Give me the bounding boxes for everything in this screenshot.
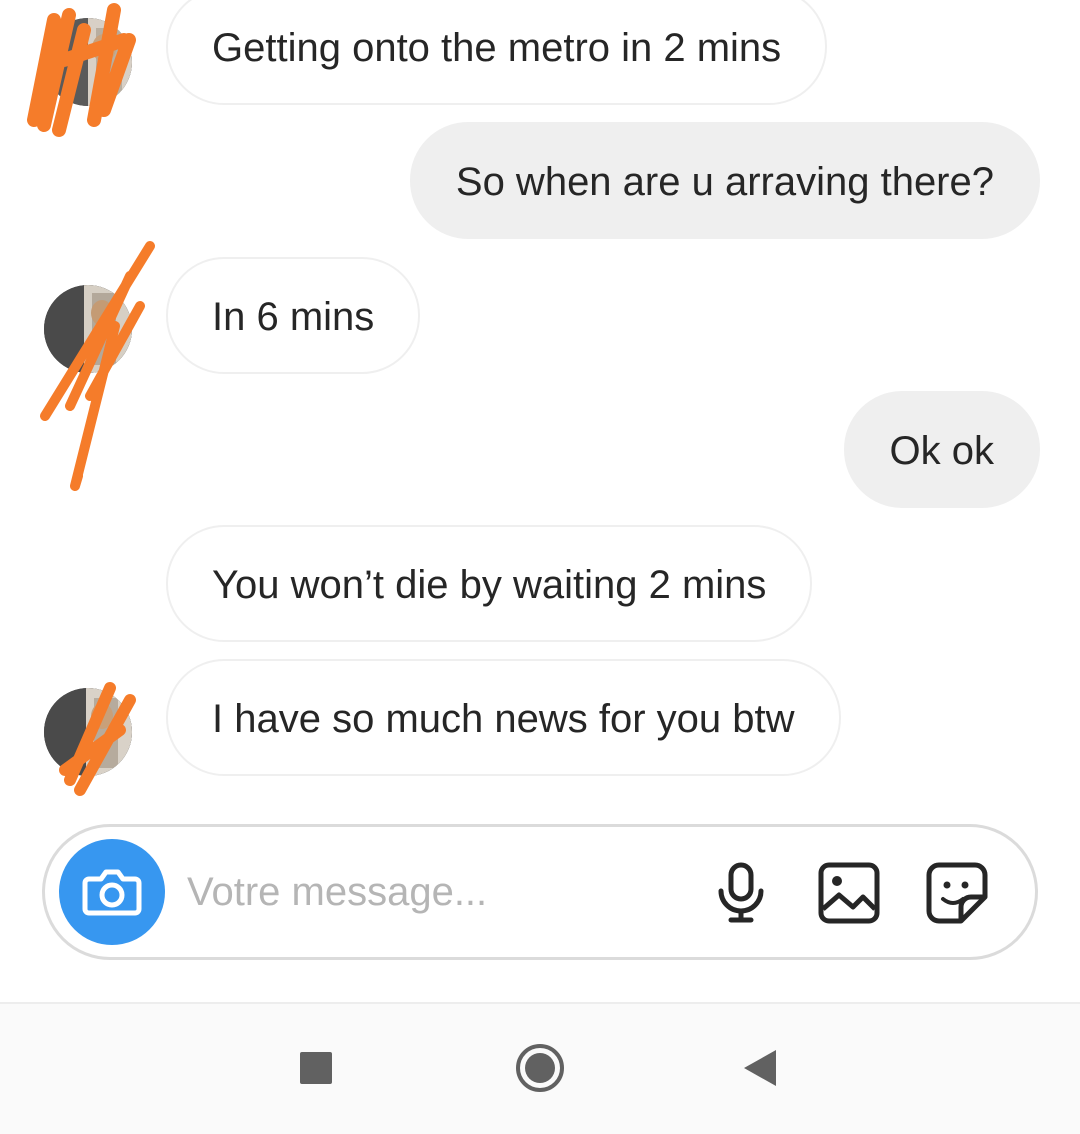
- back-button[interactable]: [730, 1038, 790, 1098]
- message-composer: [42, 824, 1038, 960]
- home-button[interactable]: [510, 1038, 570, 1098]
- sender-avatar[interactable]: [44, 285, 132, 373]
- message-bubble-outgoing[interactable]: Ok ok: [843, 391, 1040, 508]
- message-bubble-incoming[interactable]: Getting onto the metro in 2 mins: [166, 0, 828, 105]
- back-triangle-icon: [744, 1050, 776, 1086]
- message-text: In 6 mins: [212, 295, 375, 339]
- message-text: Ok ok: [889, 429, 994, 473]
- microphone-icon: [718, 862, 764, 923]
- gallery-button[interactable]: [813, 857, 885, 929]
- message-text: You won’t die by waiting 2 mins: [212, 563, 767, 607]
- message-bubble-incoming[interactable]: In 6 mins: [166, 257, 421, 374]
- sender-avatar[interactable]: [44, 688, 132, 776]
- message-thread: Getting onto the metro in 2 mins So when…: [0, 0, 1080, 800]
- message-text: I have so much news for you btw: [212, 697, 795, 741]
- sticker-button[interactable]: [921, 857, 993, 929]
- message-input[interactable]: [187, 857, 667, 927]
- home-circle-icon: [516, 1044, 564, 1092]
- message-bubble-incoming[interactable]: I have so much news for you btw: [166, 659, 841, 776]
- sticker-icon: [926, 862, 988, 924]
- system-navigation-bar: [0, 1002, 1080, 1134]
- message-text: Getting onto the metro in 2 mins: [212, 26, 782, 70]
- camera-icon: [82, 869, 142, 916]
- recents-button[interactable]: [286, 1038, 346, 1098]
- message-text: So when are u arraving there?: [455, 160, 994, 204]
- message-bubble-outgoing[interactable]: So when are u arraving there?: [409, 122, 1040, 239]
- recents-square-icon: [300, 1052, 332, 1084]
- sender-avatar[interactable]: [44, 18, 132, 106]
- camera-button[interactable]: [59, 839, 165, 945]
- voice-message-button[interactable]: [705, 857, 777, 929]
- message-bubble-incoming[interactable]: You won’t die by waiting 2 mins: [166, 525, 813, 642]
- gallery-icon: [818, 862, 880, 924]
